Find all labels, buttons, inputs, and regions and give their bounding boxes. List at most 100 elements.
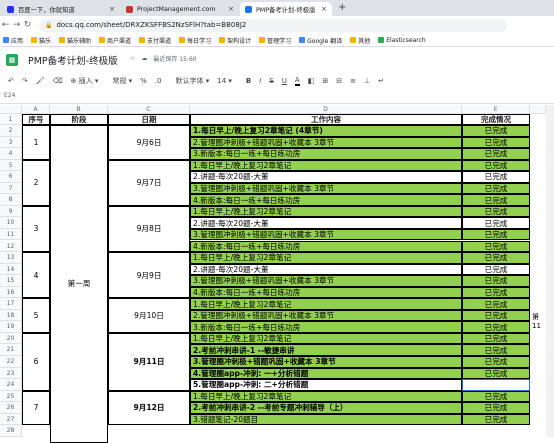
bookmark-item[interactable]: Google 翻译 bbox=[299, 36, 342, 45]
tab-projectmanagement[interactable]: ProjectManagement.com × bbox=[121, 2, 239, 16]
bookmark-item[interactable]: 支付渠道 bbox=[139, 36, 171, 45]
bookmark-item[interactable]: 应用 bbox=[3, 36, 23, 45]
percent-icon[interactable]: % bbox=[140, 77, 147, 85]
task-content-cell[interactable]: 4.新版本:每日一练+每日练功房 bbox=[190, 286, 462, 299]
row-header[interactable]: 27 bbox=[0, 413, 22, 426]
status-cell[interactable]: 已完成 bbox=[462, 136, 530, 149]
row-header[interactable]: 14 bbox=[0, 263, 22, 276]
column-header-b[interactable]: B bbox=[50, 105, 108, 114]
row-header[interactable]: 23 bbox=[0, 367, 22, 380]
task-content-cell[interactable]: 3.管理圈冲刺极+错题巩固+收藏本 3章节 bbox=[190, 275, 462, 287]
status-cell[interactable]: 已完成 bbox=[462, 413, 530, 426]
header-cell-b[interactable]: 阶段 bbox=[50, 114, 108, 125]
insert-button[interactable]: ⊕ 插入 ▾ bbox=[71, 76, 99, 86]
clear-format-icon[interactable]: ⌫ bbox=[53, 77, 63, 85]
status-cell[interactable]: 已完成 bbox=[462, 194, 530, 206]
url-input[interactable]: 🔒 docs.qq.com/sheet/DRXZKSFFBS2NzSFlH?ta… bbox=[39, 18, 507, 32]
fill-color-icon[interactable]: ◧ bbox=[308, 77, 315, 85]
task-content-cell[interactable]: 3.管理圈冲刺极+错题巩固+收藏本 3章节 bbox=[190, 228, 462, 241]
doc-title[interactable]: PMP备考计划-终极版 bbox=[28, 53, 118, 67]
name-box[interactable]: E24 bbox=[0, 92, 554, 104]
row-header[interactable]: 17 bbox=[0, 298, 22, 310]
status-cell[interactable]: 已完成 bbox=[462, 286, 530, 299]
task-content-cell[interactable]: 3.新版本:每日一练+每日练功房 bbox=[190, 321, 462, 333]
undo-icon[interactable]: ↶ bbox=[8, 77, 14, 85]
task-content-cell[interactable]: 1.每日早上/晚上复习2章笔记 (4章节) bbox=[190, 125, 462, 137]
reload-icon[interactable]: ↻ bbox=[22, 20, 33, 30]
row-header[interactable]: 28 bbox=[0, 425, 22, 437]
status-cell[interactable]: 已完成 bbox=[462, 205, 530, 218]
row-header[interactable]: 18 bbox=[0, 309, 22, 322]
bold-button[interactable]: B bbox=[246, 77, 251, 85]
date-cell[interactable]: 9月6日 bbox=[108, 125, 190, 160]
status-cell[interactable]: 已完成 bbox=[462, 309, 530, 322]
row-header[interactable]: 10 bbox=[0, 217, 22, 229]
select-all-corner[interactable] bbox=[0, 105, 22, 114]
align-icon[interactable]: ≡ bbox=[350, 77, 356, 85]
status-cell[interactable]: 已完成 bbox=[462, 263, 530, 276]
row-header[interactable]: 8 bbox=[0, 194, 22, 206]
bookmark-item[interactable]: 每日学习 bbox=[179, 36, 211, 45]
forward-icon[interactable]: → bbox=[11, 20, 22, 30]
star-icon[interactable]: ☆ bbox=[130, 55, 135, 62]
row-header[interactable]: 19 bbox=[0, 321, 22, 333]
date-cell[interactable]: 9月11日 bbox=[108, 332, 190, 391]
decimal-icon[interactable]: .0 bbox=[155, 77, 162, 85]
close-icon[interactable]: × bbox=[228, 5, 234, 13]
task-content-cell[interactable]: 2.考前冲刺串讲-2 --考前专题冲刺辅导（上） bbox=[190, 402, 462, 414]
task-content-cell[interactable]: 3.新版本:每日一练+每日练功房 bbox=[190, 148, 462, 160]
row-header[interactable]: 7 bbox=[0, 182, 22, 195]
task-content-cell[interactable]: 1.每日早上/晚上复习2章笔记 bbox=[190, 298, 462, 310]
close-icon[interactable]: × bbox=[109, 5, 115, 13]
paint-format-icon[interactable]: 🖌 bbox=[36, 77, 45, 85]
borders-icon[interactable]: ⊞ bbox=[322, 77, 328, 85]
date-cell[interactable]: 9月9日 bbox=[108, 252, 190, 299]
bookmark-item[interactable]: 其他 bbox=[350, 36, 370, 45]
strikethrough-button[interactable]: S bbox=[269, 77, 273, 85]
row-header[interactable]: 6 bbox=[0, 171, 22, 183]
font-size-select[interactable]: 14 ▾ bbox=[217, 77, 232, 85]
seq-cell[interactable]: 6 bbox=[22, 332, 50, 391]
back-icon[interactable]: ← bbox=[0, 20, 11, 30]
column-header-c[interactable]: C bbox=[108, 105, 190, 114]
seq-cell[interactable]: 7 bbox=[22, 390, 50, 426]
seq-cell[interactable]: 4 bbox=[22, 252, 50, 299]
header-cell-d[interactable]: 工作内容 bbox=[190, 114, 462, 125]
row-header[interactable]: 5 bbox=[0, 159, 22, 172]
status-cell[interactable]: 已完成 bbox=[462, 228, 530, 241]
row-header[interactable]: 12 bbox=[0, 240, 22, 253]
status-cell[interactable]: 已完成 bbox=[462, 240, 530, 253]
date-cell[interactable]: 9月7日 bbox=[108, 159, 190, 206]
column-header-a[interactable]: A bbox=[22, 105, 50, 114]
status-cell[interactable] bbox=[462, 379, 530, 391]
status-cell[interactable]: 已完成 bbox=[462, 321, 530, 333]
task-content-cell[interactable]: 2.考前冲刺串讲-1 --敏捷串讲 bbox=[190, 344, 462, 356]
task-content-cell[interactable]: 3.管理圈冲刺极+错题巩固+收藏本 3章节 bbox=[190, 356, 462, 368]
task-content-cell[interactable]: 4.新版本:每日一练+每日练功房 bbox=[190, 194, 462, 206]
task-content-cell[interactable]: 2.讲题-每次20题-大董 bbox=[190, 263, 462, 276]
row-header[interactable]: 21 bbox=[0, 344, 22, 356]
status-cell[interactable]: 已完成 bbox=[462, 252, 530, 264]
row-header[interactable]: 15 bbox=[0, 275, 22, 287]
column-header-d[interactable]: D bbox=[190, 105, 462, 114]
bookmark-item[interactable]: 商户渠道 bbox=[99, 36, 131, 45]
task-content-cell[interactable]: 3.管理圈冲刺极+错题巩固+收藏本 3章节 bbox=[190, 182, 462, 195]
bookmark-item[interactable]: 管理学习 bbox=[259, 36, 291, 45]
font-color-button[interactable]: A bbox=[294, 76, 300, 86]
task-content-cell[interactable]: 1.每日早上/晚上复习2章笔记 bbox=[190, 332, 462, 345]
row-header[interactable]: 26 bbox=[0, 402, 22, 414]
status-cell[interactable]: 已完成 bbox=[462, 148, 530, 160]
task-content-cell[interactable]: 1.每日早上/晚上复习2章笔记 bbox=[190, 205, 462, 218]
task-content-cell[interactable]: 2.管理圈冲刺极+错题巩固+收藏本 3章节 bbox=[190, 309, 462, 322]
status-cell[interactable]: 已完成 bbox=[462, 159, 530, 172]
row-header[interactable]: 11 bbox=[0, 228, 22, 241]
sheet-logo-icon[interactable]: ▦ bbox=[6, 54, 18, 66]
merge-icon[interactable]: ⊟ bbox=[336, 77, 342, 85]
status-cell[interactable]: 已完成 bbox=[462, 402, 530, 414]
task-content-cell[interactable]: 2.讲题-每次20题-大董 bbox=[190, 171, 462, 183]
side-note-cell[interactable]: 第11 bbox=[532, 312, 541, 330]
close-icon[interactable]: × bbox=[321, 5, 327, 13]
number-format-select[interactable]: 常规 ▾ bbox=[112, 76, 132, 86]
row-header[interactable]: 25 bbox=[0, 390, 22, 403]
status-cell[interactable]: 已完成 bbox=[462, 298, 530, 310]
